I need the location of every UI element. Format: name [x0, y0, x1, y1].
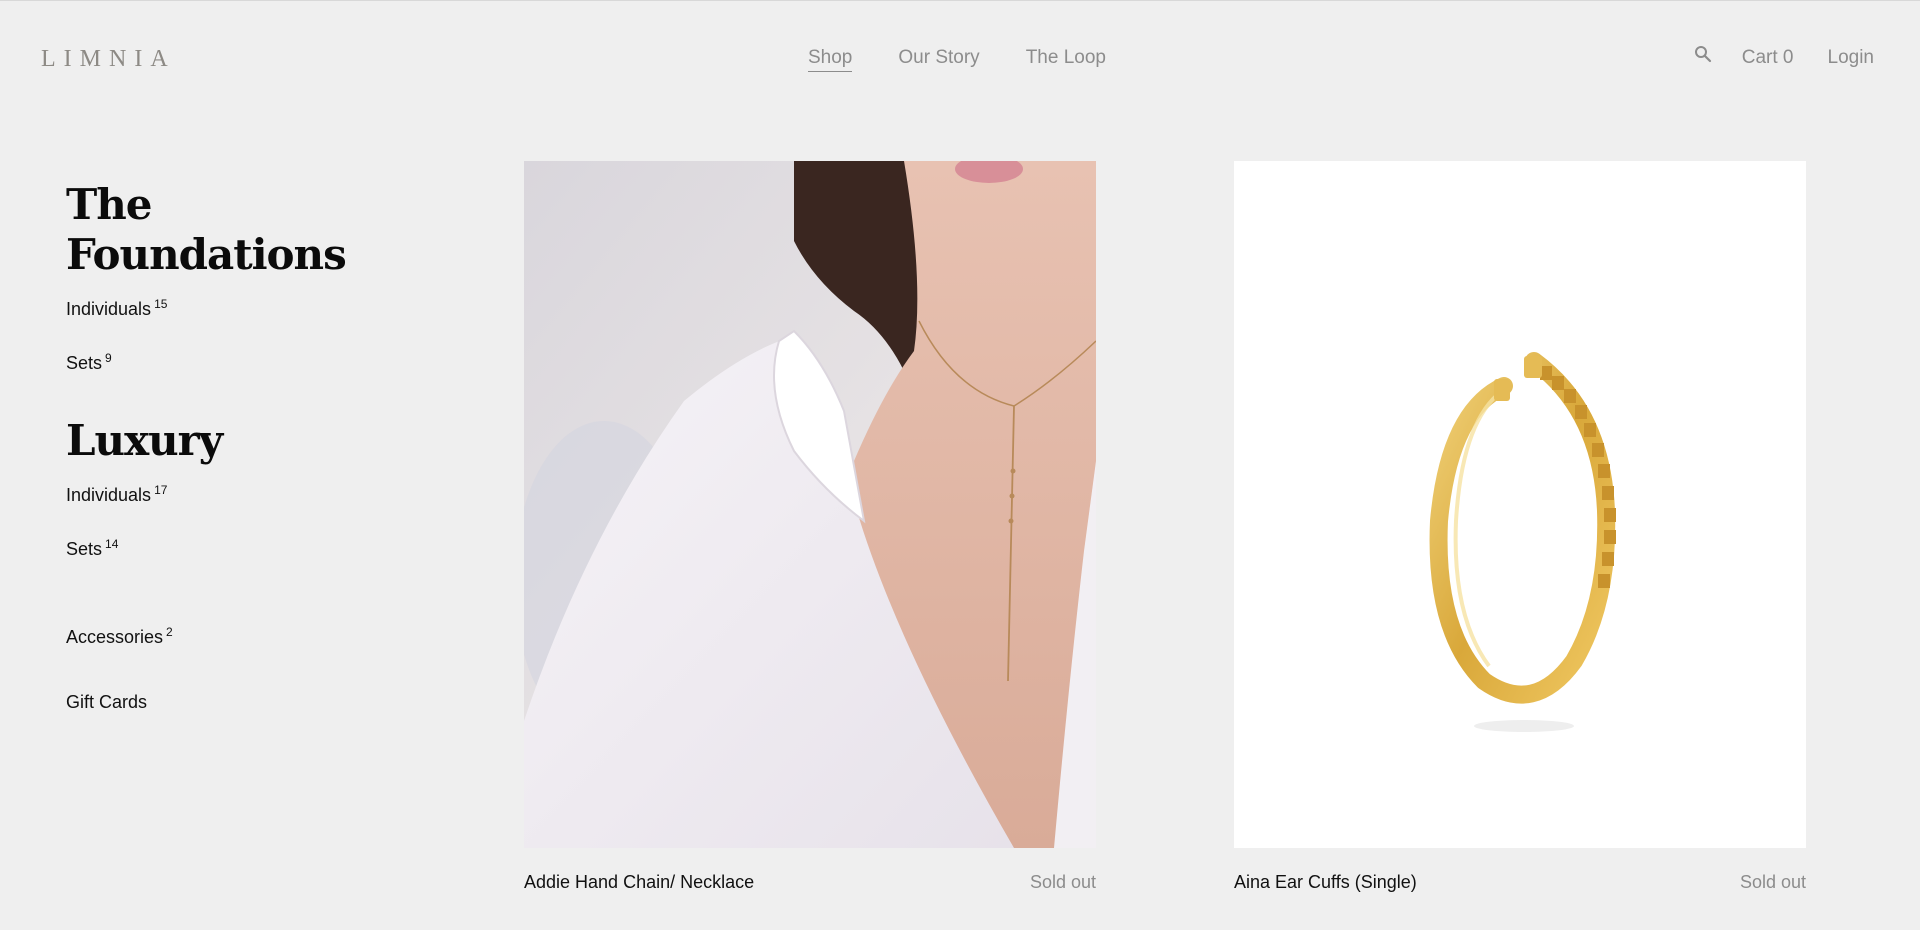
sidebar-item-count: 14 [105, 537, 119, 551]
sidebar-item-label: Sets [66, 539, 103, 559]
sidebar-item-label: Gift Cards [66, 692, 148, 712]
category-title-foundations: The Foundations [66, 180, 347, 279]
brand-logo[interactable]: LIMNIA [41, 46, 176, 73]
sidebar-item-gift-cards[interactable]: Gift Cards [66, 691, 406, 713]
login-link[interactable]: Login [1828, 46, 1875, 70]
product-name[interactable]: Addie Hand Chain/ Necklace [524, 871, 754, 893]
sidebar-item-foundations-individuals[interactable]: Individuals 15 [66, 298, 406, 320]
sidebar-item-label: Sets [66, 353, 103, 373]
sidebar-item-luxury-sets[interactable]: Sets 14 [66, 538, 406, 560]
sidebar-item-label: Accessories [66, 627, 164, 647]
nav-our-story[interactable]: Our Story [898, 46, 979, 72]
cart-link[interactable]: Cart 0 [1742, 46, 1794, 70]
nav-shop[interactable]: Shop [808, 46, 853, 72]
sidebar-item-label: Individuals [66, 299, 152, 319]
category-sidebar: The Foundations Individuals 15 Sets 9 Luxu… [66, 180, 406, 713]
header-actions: Cart 0 Login [1694, 45, 1874, 70]
product-card: Aina Ear Cuffs (Single) Sold out [1234, 161, 1806, 893]
product-image-link[interactable] [524, 161, 1096, 848]
search-button[interactable] [1694, 45, 1711, 70]
top-divider [0, 0, 1920, 1]
cart-count: 0 [1782, 46, 1794, 68]
product-status: Sold out [1029, 872, 1096, 892]
product-card: Addie Hand Chain/ Necklace Sold out [524, 161, 1096, 893]
cart-label: Cart [1741, 46, 1778, 68]
sidebar-item-foundations-sets[interactable]: Sets 9 [66, 352, 406, 374]
product-meta: Aina Ear Cuffs (Single) Sold out [1234, 871, 1806, 893]
sidebar-item-count: 2 [166, 625, 173, 639]
sidebar-item-count: 17 [154, 483, 168, 497]
product-name[interactable]: Aina Ear Cuffs (Single) [1234, 871, 1417, 893]
nav-the-loop[interactable]: The Loop [1026, 46, 1106, 72]
search-icon [1694, 46, 1711, 63]
sidebar-item-luxury-individuals[interactable]: Individuals 17 [66, 484, 406, 506]
sidebar-item-count: 15 [154, 297, 168, 311]
product-status: Sold out [1739, 872, 1806, 892]
sidebar-item-accessories[interactable]: Accessories 2 [66, 626, 406, 648]
product-meta: Addie Hand Chain/ Necklace Sold out [524, 871, 1096, 893]
ear-cuff-photo [1429, 352, 1616, 732]
main-nav: Shop Our Story The Loop [808, 46, 1106, 72]
product-image-link[interactable] [1234, 161, 1806, 848]
necklace-model-photo [524, 161, 1096, 848]
sidebar-item-count: 9 [105, 351, 112, 365]
category-title-luxury: Luxury [66, 416, 223, 465]
sidebar-item-label: Individuals [66, 485, 152, 505]
